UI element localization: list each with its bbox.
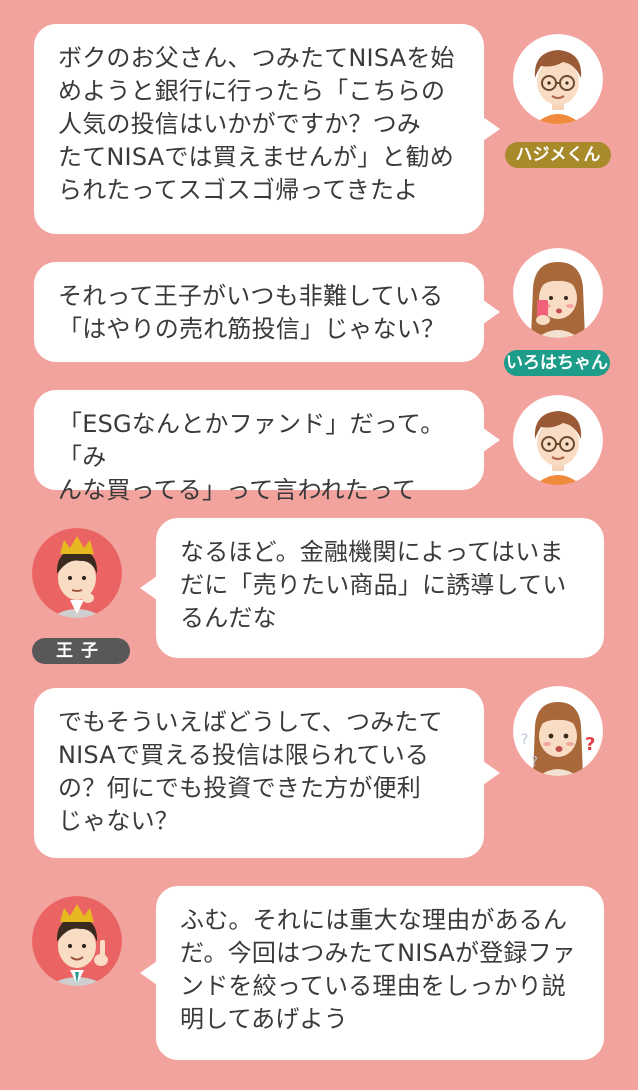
message-bubble-6: ふむ。それには重大な理由があるん だ。今回はつみたてNISAが登録ファ ンドを絞…: [140, 886, 604, 1060]
boy-glasses-avatar-icon: [513, 34, 603, 124]
name-badge-hajime: ハジメくん: [505, 142, 611, 168]
message-bubble-3: 「ESGなんとかファンド」だって。「み んな買ってる」って言われたって: [34, 390, 500, 504]
svg-text:?: ?: [521, 732, 528, 748]
prince-crown-avatar-icon: [32, 528, 122, 618]
girl-question-avatar-icon: ? ? ?: [513, 686, 603, 776]
message-bubble-1: ボクのお父さん、つみたてNISAを始 めようと銀行に行ったら「こちらの 人気の投…: [34, 24, 500, 234]
message-bubble-5: でもそういえばどうして、つみたて NISAで買える投信は限られている の？何にで…: [34, 688, 500, 858]
name-badge-iroha: いろはちゃん: [504, 350, 610, 376]
svg-text:?: ?: [585, 734, 595, 755]
girl-phone-avatar-icon: [513, 248, 603, 338]
message-bubble-4: なるほど。金融機関によってはいま だに「売りたい商品」に誘導してい るんだな: [140, 518, 604, 658]
message-bubble-2: それって王子がいつも非難している 「はやりの売れ筋投信」じゃない？: [34, 262, 500, 362]
svg-text:?: ?: [531, 755, 538, 770]
name-badge-ouji: 王子: [32, 638, 130, 664]
prince-pointing-avatar-icon: [32, 896, 122, 986]
boy-glasses-avatar-icon: [513, 395, 603, 485]
